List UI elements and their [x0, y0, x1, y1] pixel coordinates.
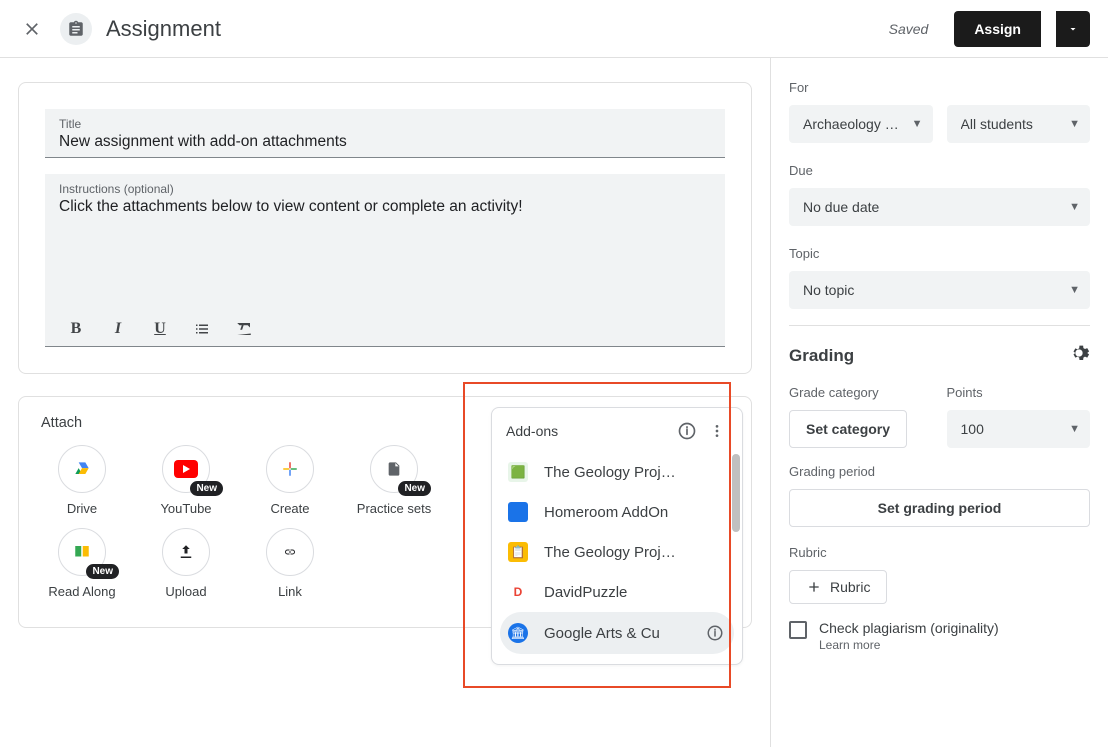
new-badge: New — [398, 481, 431, 496]
scrollbar[interactable] — [732, 454, 740, 532]
topic-label: Topic — [789, 246, 1090, 261]
addon-item[interactable]: D DavidPuzzle — [492, 572, 742, 612]
plus-icon — [806, 579, 822, 595]
learn-more-link[interactable]: Learn more — [819, 638, 999, 652]
for-label: For — [789, 80, 1090, 95]
title-value: New assignment with add-on attachments — [59, 131, 711, 151]
create-icon — [266, 445, 314, 493]
assign-button[interactable]: Assign — [954, 11, 1041, 47]
new-badge: New — [190, 481, 223, 496]
topic-select[interactable]: No topic▼ — [789, 271, 1090, 309]
plagiarism-checkbox[interactable] — [789, 621, 807, 639]
addon-item-hovered[interactable]: 🏛 Google Arts & Cu — [500, 612, 734, 654]
right-panel: For Archaeology …▼ All students▼ Due No … — [770, 58, 1108, 747]
more-icon[interactable] — [706, 420, 728, 442]
text-toolbar: B I U — [59, 306, 711, 340]
info-icon[interactable] — [704, 622, 726, 644]
due-label: Due — [789, 163, 1090, 178]
points-select[interactable]: 100▼ — [947, 410, 1091, 448]
addon-icon — [508, 502, 528, 522]
attach-card: Attach Drive New YouTube Create New — [18, 396, 752, 628]
plagiarism-label: Check plagiarism (originality) — [819, 620, 999, 636]
header: Assignment Saved Assign — [0, 0, 1108, 58]
drive-icon — [58, 445, 106, 493]
title-label: Title — [59, 117, 711, 131]
attach-create[interactable]: Create — [249, 445, 331, 518]
instructions-field[interactable]: Instructions (optional) Click the attach… — [45, 174, 725, 347]
addons-heading: Add-ons — [506, 423, 668, 439]
addons-panel: Add-ons 🟩 The Geology Proj… Homeroom Add… — [491, 407, 743, 665]
bold-icon[interactable]: B — [65, 320, 87, 338]
grade-category-label: Grade category — [789, 385, 933, 400]
students-select[interactable]: All students▼ — [947, 105, 1091, 143]
addon-item[interactable]: 📋 The Geology Proj… — [492, 532, 742, 572]
attach-upload[interactable]: Upload — [145, 528, 227, 601]
instructions-label: Instructions (optional) — [59, 182, 711, 196]
list-icon[interactable] — [191, 320, 213, 338]
assignment-card: Title New assignment with add-on attachm… — [18, 82, 752, 374]
attach-youtube[interactable]: New YouTube — [145, 445, 227, 518]
addon-icon: 📋 — [508, 542, 528, 562]
assign-menu-button[interactable] — [1056, 11, 1090, 47]
due-select[interactable]: No due date▼ — [789, 188, 1090, 226]
set-category-button[interactable]: Set category — [789, 410, 907, 448]
instructions-value: Click the attachments below to view cont… — [59, 196, 711, 306]
attach-read-along[interactable]: New Read Along — [41, 528, 123, 601]
rubric-label: Rubric — [789, 545, 1090, 560]
grading-heading: Grading — [789, 346, 854, 366]
addon-item[interactable]: 🟩 The Geology Proj… — [492, 452, 742, 492]
link-icon — [266, 528, 314, 576]
clear-format-icon[interactable] — [233, 320, 255, 338]
attach-grid: Drive New YouTube Create New Practice se… — [41, 445, 461, 601]
addon-icon: 🏛 — [508, 623, 528, 643]
gear-icon[interactable] — [1068, 342, 1090, 369]
grading-period-label: Grading period — [789, 464, 1090, 479]
addon-icon: D — [508, 582, 528, 602]
addon-icon: 🟩 — [508, 462, 528, 482]
set-grading-period-button[interactable]: Set grading period — [789, 489, 1090, 527]
upload-icon — [162, 528, 210, 576]
new-badge: New — [86, 564, 119, 579]
rubric-button[interactable]: Rubric — [789, 570, 887, 604]
attach-drive[interactable]: Drive — [41, 445, 123, 518]
assignment-icon — [60, 13, 92, 45]
attach-link[interactable]: Link — [249, 528, 331, 601]
divider — [789, 325, 1090, 326]
points-label: Points — [947, 385, 1091, 400]
saved-status: Saved — [889, 21, 929, 37]
attach-practice-sets[interactable]: New Practice sets — [353, 445, 435, 518]
italic-icon[interactable]: I — [107, 320, 129, 338]
close-button[interactable] — [18, 15, 46, 43]
info-icon[interactable] — [676, 420, 698, 442]
underline-icon[interactable]: U — [149, 320, 171, 338]
class-select[interactable]: Archaeology …▼ — [789, 105, 933, 143]
addon-item[interactable]: Homeroom AddOn — [492, 492, 742, 532]
page-title: Assignment — [106, 16, 221, 42]
title-field[interactable]: Title New assignment with add-on attachm… — [45, 109, 725, 158]
